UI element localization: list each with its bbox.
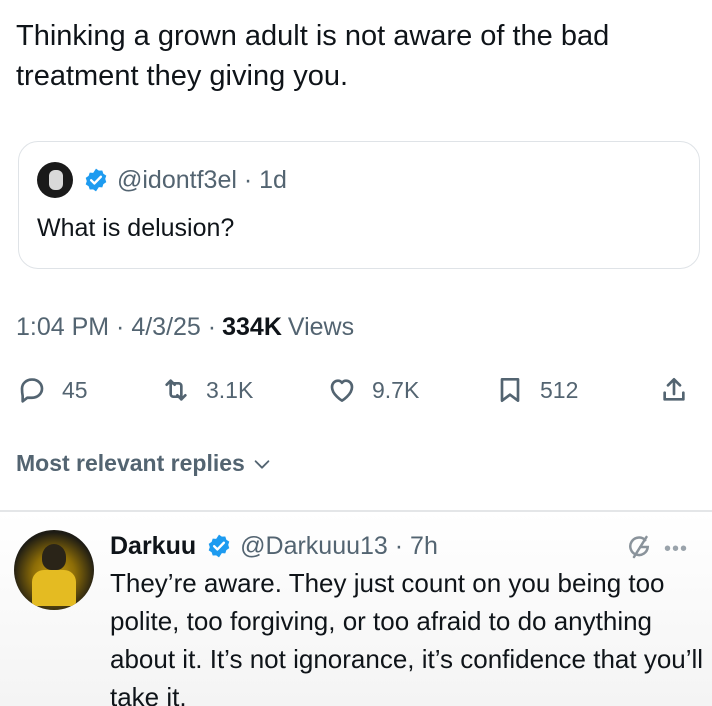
verified-icon xyxy=(208,534,230,558)
like-icon xyxy=(330,379,354,402)
share-icon xyxy=(663,378,685,401)
reply-avatar[interactable] xyxy=(14,530,94,610)
more-icon[interactable]: ••• xyxy=(664,538,688,561)
reply-header: Darkuu @Darkuuu13 · 7h xyxy=(110,528,438,564)
like-button[interactable]: 9.7K xyxy=(326,368,419,412)
tweet-text: Thinking a grown adult is not aware of t… xyxy=(16,20,610,92)
avatar[interactable] xyxy=(37,162,73,198)
bookmark-icon xyxy=(500,378,520,402)
replies-sort-dropdown[interactable]: Most relevant replies xyxy=(16,450,273,477)
quoted-tweet-card[interactable]: @idontf3el · 1d What is delusion? xyxy=(18,141,700,269)
reply-author-handle[interactable]: @Darkuuu13 · 7h xyxy=(240,532,438,561)
reply-icon xyxy=(20,378,44,403)
verified-icon xyxy=(85,168,107,192)
share-button[interactable] xyxy=(658,368,690,412)
quoted-tweet-handle[interactable]: @idontf3el · 1d xyxy=(117,166,287,195)
quoted-tweet-header: @idontf3el · 1d xyxy=(37,162,287,198)
like-count: 9.7K xyxy=(372,376,420,403)
action-bar: 45 3.1K 9.7K 512 xyxy=(0,368,712,412)
tweet-timestamp[interactable]: 1:04 PM · 4/3/25 · xyxy=(16,313,216,342)
chevron-down-icon xyxy=(254,459,270,469)
reply-text: They’re aware. They just count on you be… xyxy=(110,568,704,706)
bookmark-count: 512 xyxy=(540,376,579,403)
repost-icon xyxy=(165,379,187,401)
views-label: Views xyxy=(287,313,355,341)
grok-icon[interactable] xyxy=(624,532,654,562)
reply-count: 45 xyxy=(62,376,88,403)
reply-author-name[interactable]: Darkuu xyxy=(110,532,196,561)
repost-button[interactable]: 3.1K xyxy=(160,368,253,412)
quoted-tweet-text: What is delusion? xyxy=(37,214,235,242)
reply-button[interactable]: 45 xyxy=(16,368,88,412)
bookmark-button[interactable]: 512 xyxy=(494,368,578,412)
repost-count: 3.1K xyxy=(206,376,254,403)
views-count: 334K xyxy=(222,313,282,341)
replies-sort-label: Most relevant replies xyxy=(16,450,245,476)
tweet-meta: 1:04 PM · 4/3/25 · 334K Views xyxy=(16,313,354,342)
